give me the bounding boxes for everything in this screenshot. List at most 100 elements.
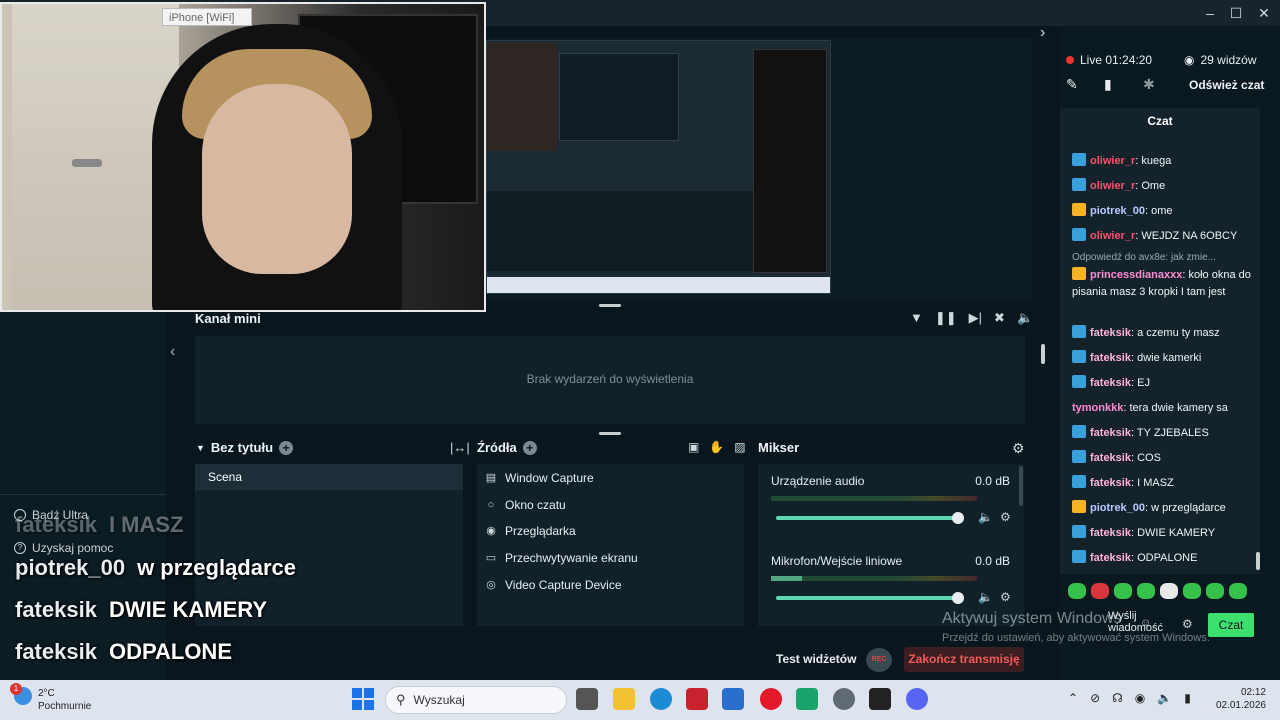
settings-icon[interactable] — [833, 688, 855, 710]
chat-user[interactable]: princessdianaxxx — [1090, 269, 1182, 281]
chat-message: princessdianaxxx: koło okna do pisania m… — [1072, 267, 1251, 298]
antivirus-icon[interactable] — [686, 688, 708, 710]
source-item[interactable]: ▤ Window Capture — [485, 471, 594, 485]
resize-handle[interactable] — [599, 432, 621, 435]
chat-user[interactable]: fateksik — [1090, 477, 1131, 489]
chat-user[interactable]: fateksik — [1090, 352, 1131, 364]
weather-widget[interactable]: 1 2°C Pochmurnie — [10, 683, 91, 713]
source-item[interactable]: ○ Okno czatu — [485, 498, 566, 512]
chat-user[interactable]: fateksik — [1090, 552, 1131, 564]
chevron-up-icon[interactable]: ⌃ — [1068, 691, 1078, 705]
source-item[interactable]: ◎ Video Capture Device — [485, 578, 621, 592]
minimize-icon[interactable]: – — [1196, 3, 1224, 23]
chat-send-button[interactable]: Czat — [1208, 613, 1254, 637]
taskbar-search[interactable]: ⚲ Wyszukaj — [385, 686, 567, 714]
chat-settings-icon[interactable]: ⚙ — [1182, 617, 1193, 631]
lock-icon[interactable]: ✋ — [709, 440, 724, 454]
microphone-icon[interactable]: ☊ — [1112, 691, 1123, 705]
scene-collection-title[interactable]: Bez tytułu — [211, 440, 273, 455]
source-item[interactable]: ◉ Przeglądarka — [485, 524, 576, 538]
scene-transition-icon[interactable]: |↔| — [450, 440, 470, 455]
wifi-icon[interactable]: ◉ — [1135, 691, 1145, 705]
pause-icon[interactable]: ❚❚ — [935, 310, 957, 326]
task-view-icon[interactable] — [576, 688, 598, 710]
speaker-icon[interactable]: 🔈 — [978, 590, 993, 604]
clock[interactable]: 02:12 02.01.2026 — [1206, 686, 1266, 712]
globe-icon: ◉ — [486, 525, 496, 537]
chat-message: piotrek_00: w przeglądarce — [1072, 500, 1252, 517]
chat-user[interactable]: fateksik — [1090, 327, 1131, 339]
emote-icon[interactable] — [1114, 583, 1132, 599]
emote-icon[interactable] — [1137, 583, 1155, 599]
maximize-icon[interactable]: ☐ — [1222, 3, 1250, 23]
close-icon[interactable]: ✕ — [1250, 3, 1278, 23]
emote-icon[interactable] — [1229, 583, 1247, 599]
gear-icon[interactable]: ⚙ — [1000, 590, 1011, 604]
chevron-left-icon[interactable]: ‹ — [170, 343, 175, 361]
chat-user[interactable]: oliwier_r — [1090, 180, 1135, 192]
emote-icon[interactable] — [1183, 583, 1201, 599]
volume-slider[interactable] — [776, 512, 964, 524]
source-item[interactable]: ▭ Przechwytywanie ekranu — [485, 551, 638, 565]
test-widgets-button[interactable]: Test widżetów — [776, 652, 856, 666]
stream-preview[interactable] — [486, 38, 1032, 300]
start-button-icon[interactable] — [352, 688, 374, 710]
emote-icon[interactable] — [1160, 583, 1178, 599]
mixer-scrollbar[interactable] — [1019, 466, 1023, 506]
discord-icon[interactable] — [906, 688, 928, 710]
emote-icon[interactable] — [1206, 583, 1224, 599]
add-scene-icon[interactable]: + — [279, 440, 294, 455]
emote-icon[interactable] — [1068, 583, 1086, 599]
share-icon[interactable]: ✱ — [1143, 76, 1155, 93]
sidebar-link-help[interactable]: ? Uzyskaj pomoc — [14, 541, 113, 555]
chat-user[interactable]: tymonkkk — [1072, 402, 1123, 414]
emote-icon[interactable] — [1091, 583, 1109, 599]
chevron-down-icon[interactable]: ▼ — [196, 443, 205, 453]
battery-icon[interactable]: ▮ — [1184, 691, 1191, 705]
refresh-chat-button[interactable]: Odśwież czat — [1189, 78, 1264, 92]
obs-icon[interactable] — [869, 688, 891, 710]
dashboard-icon[interactable]: ▮ — [1104, 76, 1112, 93]
chat-user[interactable]: piotrek_00 — [1090, 205, 1145, 217]
mixer-settings-icon[interactable]: ⚙ — [1012, 440, 1025, 457]
chat-user[interactable]: fateksik — [1090, 452, 1131, 464]
edit-icon[interactable]: ✎ — [1066, 76, 1078, 93]
folder-icon[interactable]: ▨ — [734, 440, 745, 454]
gear-icon[interactable]: ⚙ — [1000, 510, 1011, 524]
sidebar-link-label: Uzyskaj pomoc — [32, 541, 114, 555]
chevron-right-icon[interactable]: › — [1040, 24, 1045, 42]
no-sync-icon[interactable]: ⊘ — [1090, 691, 1100, 705]
emoji-icon[interactable]: ☺ — [1140, 617, 1151, 629]
event-feed-scrollbar[interactable] — [1041, 344, 1045, 364]
crown-badge-icon — [1072, 267, 1086, 280]
filter-icon[interactable]: ▼ — [910, 310, 923, 326]
speaker-icon[interactable]: 🔈 — [978, 510, 993, 524]
chat-user[interactable]: fateksik — [1090, 527, 1131, 539]
file-explorer-icon[interactable] — [613, 688, 635, 710]
end-stream-button[interactable]: Zakończ transmisję — [904, 647, 1024, 672]
scene-item[interactable]: Scena — [195, 464, 463, 490]
mute-alerts-icon[interactable]: ✖ — [994, 310, 1005, 326]
chat-scrollbar[interactable] — [1256, 552, 1260, 570]
chat-user[interactable]: oliwier_r — [1090, 155, 1135, 167]
slider-knob[interactable] — [952, 592, 964, 604]
selective-recording-icon[interactable]: ▣ — [688, 440, 699, 454]
chat-user[interactable]: piotrek_00 — [1090, 502, 1145, 514]
add-source-icon[interactable]: + — [522, 440, 537, 455]
preview-screen-capture — [486, 40, 831, 294]
edge-icon[interactable] — [650, 688, 672, 710]
reply-preview[interactable]: Odpowiedź do avx8e: jak zmie... — [1072, 252, 1252, 263]
chat-user[interactable]: oliwier_r — [1090, 230, 1135, 242]
skip-icon[interactable]: ▶| — [969, 310, 982, 326]
resize-handle[interactable] — [599, 304, 621, 307]
volume-icon[interactable]: 🔈 — [1017, 310, 1033, 326]
slider-knob[interactable] — [952, 512, 964, 524]
volume-icon[interactable]: 🔈 — [1157, 691, 1172, 705]
chat-user[interactable]: fateksik — [1090, 377, 1131, 389]
record-button[interactable]: REC — [866, 648, 892, 672]
opera-icon[interactable] — [760, 688, 782, 710]
streamlabs-icon[interactable] — [796, 688, 818, 710]
store-icon[interactable] — [722, 688, 744, 710]
volume-slider[interactable] — [776, 592, 964, 604]
chat-user[interactable]: fateksik — [1090, 427, 1131, 439]
